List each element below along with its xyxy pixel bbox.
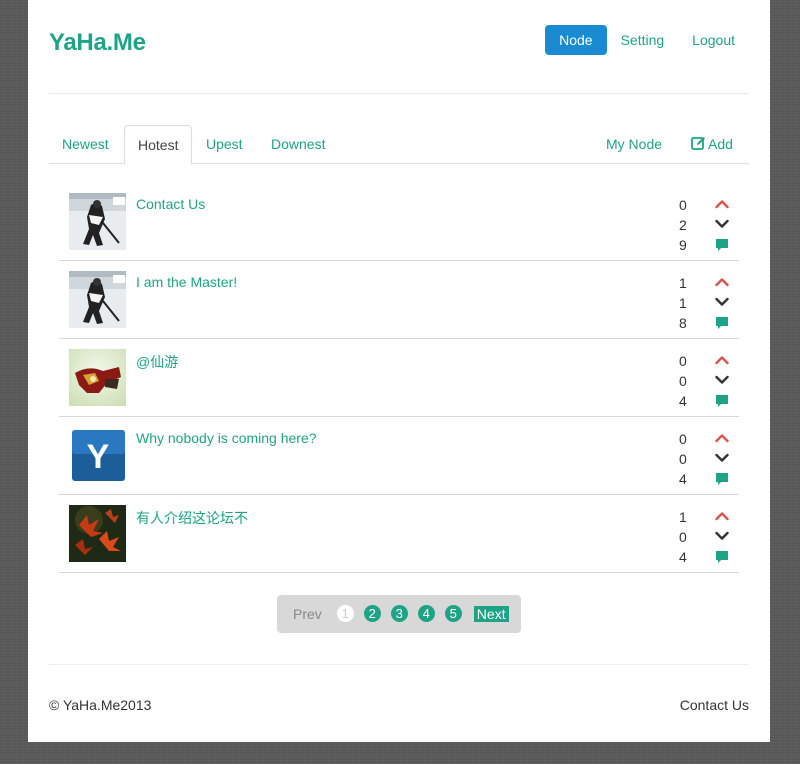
- post-row: Y Why nobody is coming here? 0 0 4: [59, 417, 739, 495]
- tab-hotest[interactable]: Hotest: [124, 125, 193, 165]
- comment-icon[interactable]: [715, 550, 729, 567]
- nav-setting[interactable]: Setting: [607, 25, 679, 55]
- upvote-count: 0: [679, 431, 687, 447]
- post-stats: 1 1 8: [679, 274, 739, 334]
- downvote-stat: 2: [679, 216, 739, 236]
- downvote-icon[interactable]: [715, 216, 729, 232]
- tab-my-node[interactable]: My Node: [606, 125, 662, 163]
- prev-button[interactable]: Prev: [293, 606, 322, 622]
- upvote-icon[interactable]: [715, 274, 729, 290]
- page-3-button[interactable]: 3: [390, 605, 408, 622]
- downvote-count: 0: [679, 451, 687, 467]
- brand-logo[interactable]: YaHa.Me: [49, 29, 146, 57]
- upvote-icon[interactable]: [715, 196, 729, 212]
- comment-stat: 8: [679, 314, 739, 334]
- post-row: @仙游 0 0 4: [59, 339, 739, 417]
- downvote-count: 1: [679, 295, 687, 311]
- comment-count: 4: [679, 393, 687, 409]
- header: YaHa.Me Node Setting Logout: [49, 0, 749, 94]
- nav-node[interactable]: Node: [545, 25, 607, 55]
- page-container: YaHa.Me Node Setting Logout Newest Hotes…: [28, 0, 770, 742]
- downvote-icon[interactable]: [715, 294, 729, 310]
- post-row: I am the Master! 1 1 8: [59, 261, 739, 339]
- tab-upest[interactable]: Upest: [193, 125, 256, 163]
- downvote-count: 2: [679, 217, 687, 233]
- red-leaves-avatar[interactable]: [69, 505, 126, 562]
- comment-count: 8: [679, 315, 687, 331]
- post-title-link[interactable]: I am the Master!: [136, 274, 237, 290]
- comment-stat: 9: [679, 236, 739, 256]
- post-stats: 1 0 4: [679, 508, 739, 568]
- post-title-link[interactable]: 有人介绍这论坛不: [136, 508, 248, 528]
- post-title-link[interactable]: Contact Us: [136, 196, 205, 212]
- upvote-count: 1: [679, 509, 687, 525]
- page-1-button[interactable]: 1: [336, 605, 354, 622]
- comment-icon[interactable]: [715, 238, 729, 255]
- footer-contact-link[interactable]: Contact Us: [680, 697, 749, 713]
- hockey-player-avatar[interactable]: [69, 193, 126, 250]
- comment-stat: 4: [679, 548, 739, 568]
- comment-count: 9: [679, 237, 687, 253]
- comment-stat: 4: [679, 392, 739, 412]
- add-label: Add: [708, 136, 733, 152]
- comment-icon[interactable]: [715, 472, 729, 489]
- upvote-icon[interactable]: [715, 352, 729, 368]
- post-title-link[interactable]: @仙游: [136, 352, 178, 372]
- post-row: 有人介绍这论坛不 1 0 4: [59, 495, 739, 573]
- sort-tabs: Newest Hotest Upest Downest My Node Add: [49, 125, 749, 165]
- upvote-count: 0: [679, 353, 687, 369]
- tab-downest[interactable]: Downest: [258, 125, 338, 163]
- iron-man-avatar[interactable]: [69, 349, 126, 406]
- footer: © YaHa.Me2013 Contact Us: [49, 664, 749, 725]
- hockey-player-avatar[interactable]: [69, 271, 126, 328]
- upvote-stat: 0: [679, 352, 739, 372]
- post-list: Contact Us 0 2 9 I am the Master! 1 1 8 @仙游 0 0 4 Y W…: [59, 183, 739, 573]
- page-4-button[interactable]: 4: [417, 605, 435, 622]
- upvote-icon[interactable]: [715, 508, 729, 524]
- comment-count: 4: [679, 471, 687, 487]
- add-button[interactable]: Add: [691, 125, 733, 163]
- svg-text:Y: Y: [87, 438, 110, 476]
- comment-count: 4: [679, 549, 687, 565]
- tab-newest[interactable]: Newest: [49, 125, 122, 163]
- post-row: Contact Us 0 2 9: [59, 183, 739, 261]
- downvote-icon[interactable]: [715, 450, 729, 466]
- downvote-stat: 0: [679, 372, 739, 392]
- comment-icon[interactable]: [715, 316, 729, 333]
- downvote-icon[interactable]: [715, 372, 729, 388]
- downvote-stat: 1: [679, 294, 739, 314]
- upvote-stat: 1: [679, 274, 739, 294]
- pagination: Prev 1 2 3 4 5 Next: [277, 595, 521, 633]
- upvote-count: 1: [679, 275, 687, 291]
- top-nav: Node Setting Logout: [545, 25, 749, 55]
- page-5-button[interactable]: 5: [444, 605, 462, 622]
- post-stats: 0 2 9: [679, 196, 739, 256]
- downvote-icon[interactable]: [715, 528, 729, 544]
- comment-stat: 4: [679, 470, 739, 490]
- upvote-count: 0: [679, 197, 687, 213]
- post-title-link[interactable]: Why nobody is coming here?: [136, 430, 317, 446]
- page-2-button[interactable]: 2: [363, 605, 381, 622]
- post-stats: 0 0 4: [679, 430, 739, 490]
- edit-icon: [691, 127, 706, 165]
- upvote-stat: 1: [679, 508, 739, 528]
- nav-logout[interactable]: Logout: [678, 25, 749, 55]
- upvote-stat: 0: [679, 430, 739, 450]
- comment-icon[interactable]: [715, 394, 729, 411]
- downvote-count: 0: [679, 529, 687, 545]
- upvote-icon[interactable]: [715, 430, 729, 446]
- downvote-count: 0: [679, 373, 687, 389]
- downvote-stat: 0: [679, 450, 739, 470]
- copyright: © YaHa.Me2013: [49, 697, 152, 713]
- post-stats: 0 0 4: [679, 352, 739, 412]
- downvote-stat: 0: [679, 528, 739, 548]
- upvote-stat: 0: [679, 196, 739, 216]
- blue-y-logo-avatar[interactable]: Y: [69, 427, 126, 484]
- next-button[interactable]: Next: [473, 605, 509, 622]
